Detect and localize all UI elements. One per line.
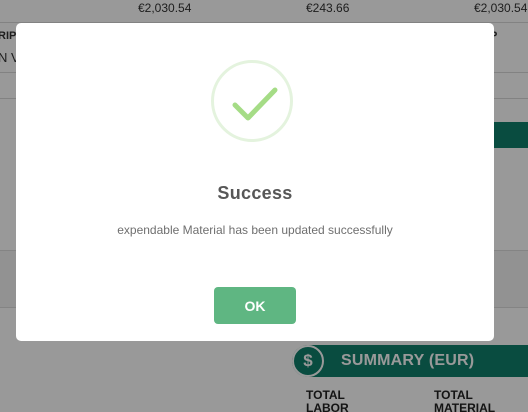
- ok-button[interactable]: OK: [214, 287, 296, 324]
- dialog-title: Success: [217, 183, 293, 203]
- dialog-message: expendable Material has been updated suc…: [117, 223, 393, 237]
- success-dialog: Success expendable Material has been upd…: [16, 23, 494, 341]
- checkmark-icon: [232, 87, 278, 121]
- success-icon-ring: [211, 60, 293, 142]
